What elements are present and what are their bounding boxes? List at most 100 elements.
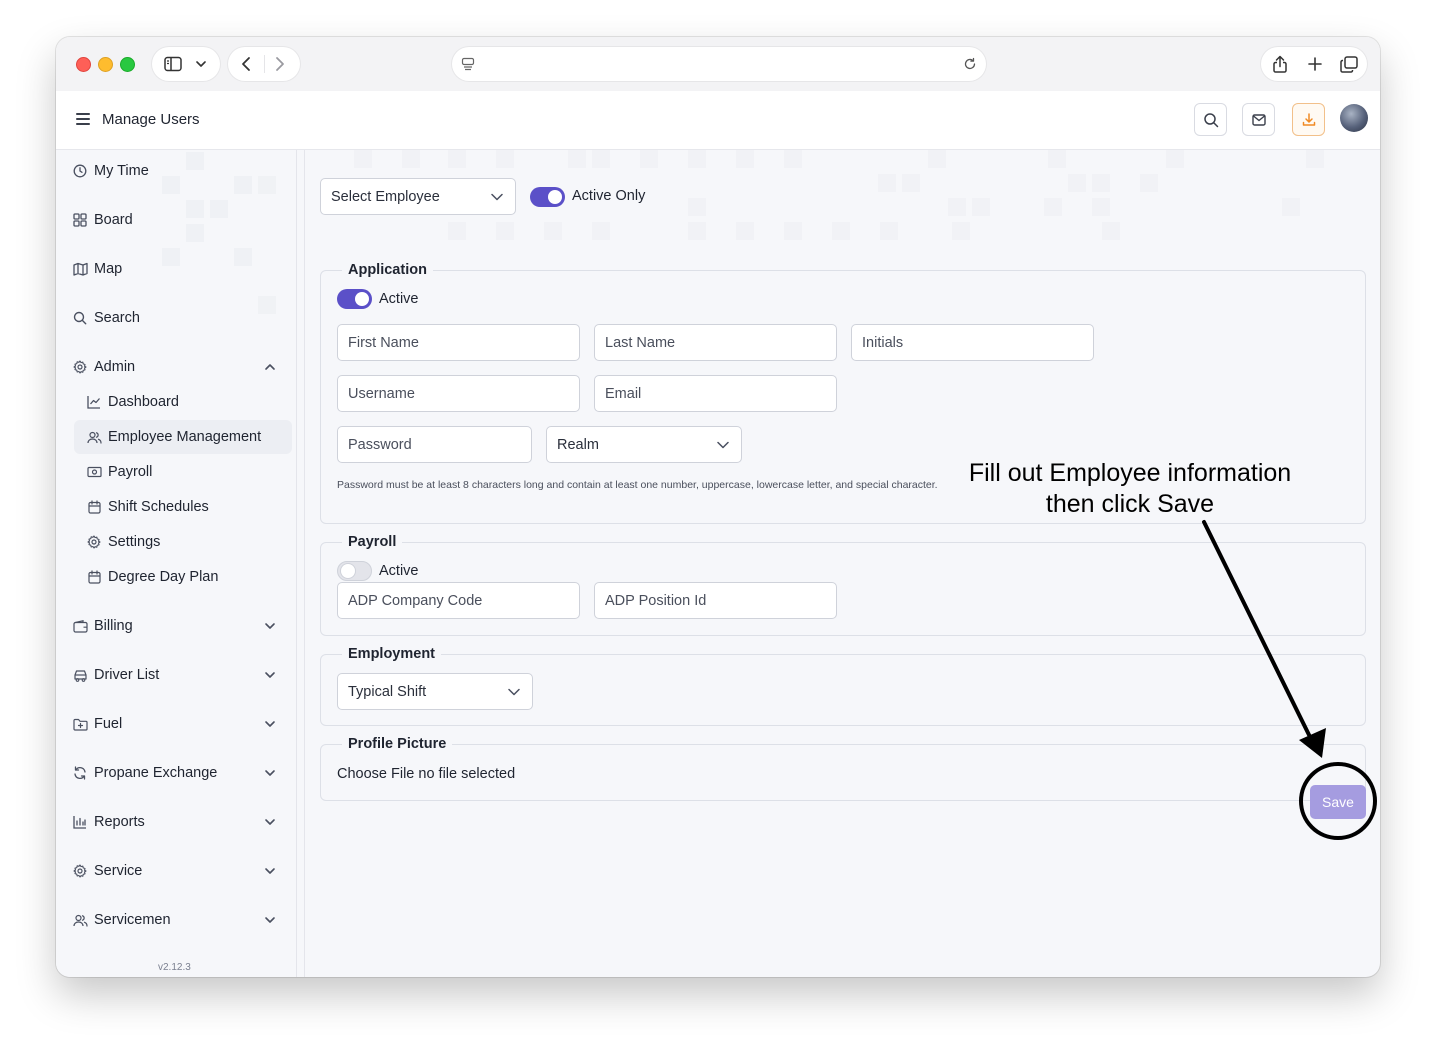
sidebar-item-reports[interactable]: Reports — [72, 811, 145, 833]
sidebar-subitem-label: Degree Day Plan — [108, 569, 219, 585]
chevron-down-icon[interactable] — [264, 914, 276, 926]
sidebar-item-servicemen[interactable]: Servicemen — [72, 909, 171, 931]
map-icon — [72, 261, 88, 277]
chevron-down-icon[interactable] — [264, 718, 276, 730]
mail-icon — [1252, 114, 1266, 126]
adp-position-id-placeholder: ADP Position Id — [605, 592, 707, 609]
sidebar-divider — [304, 150, 305, 977]
chevron-down-icon — [717, 441, 729, 448]
gear-icon — [72, 359, 88, 375]
realm-select[interactable]: Realm — [546, 426, 742, 463]
annotation-line-2: then click Save — [1045, 490, 1215, 518]
chevron-up-icon[interactable] — [264, 361, 276, 373]
typical-shift-select[interactable]: Typical Shift — [337, 673, 533, 710]
password-field[interactable]: Password — [337, 426, 532, 463]
header-download-button[interactable] — [1292, 103, 1325, 136]
menu-icon[interactable] — [76, 113, 90, 125]
last-name-field[interactable]: Last Name — [594, 324, 837, 361]
sidebar-subitem-degree-day-plan[interactable]: Degree Day Plan — [86, 566, 218, 588]
sidebar: My Time Board Map Search Admin Dashboard… — [56, 150, 298, 977]
realm-select-value: Realm — [557, 436, 599, 453]
chevron-down-icon[interactable] — [264, 620, 276, 632]
typical-shift-value: Typical Shift — [348, 683, 427, 700]
sidebar-item-admin[interactable]: Admin — [72, 356, 135, 378]
sidebar-toggle-button[interactable] — [152, 47, 220, 81]
sidebar-item-propane-exchange[interactable]: Propane Exchange — [72, 762, 217, 784]
tabs-overview-icon[interactable] — [1340, 56, 1358, 73]
username-field[interactable]: Username — [337, 375, 580, 412]
sidebar-item-board[interactable]: Board — [72, 209, 133, 231]
sidebar-item-label: Fuel — [94, 716, 123, 732]
chevron-down-icon — [196, 61, 206, 67]
zoom-window-button[interactable] — [120, 57, 135, 72]
main-content: Select Employee Active Only Application … — [306, 150, 1380, 977]
users-icon — [86, 429, 102, 445]
password-placeholder: Password — [348, 436, 412, 453]
download-icon — [1302, 113, 1316, 126]
save-button[interactable]: Save — [1310, 785, 1366, 819]
initials-field[interactable]: Initials — [851, 324, 1094, 361]
new-tab-icon[interactable] — [1308, 57, 1322, 71]
sidebar-subitem-settings[interactable]: Settings — [86, 531, 160, 553]
sidebar-item-my-time[interactable]: My Time — [72, 160, 149, 182]
gear-icon — [86, 534, 102, 550]
sidebar-item-search[interactable]: Search — [72, 307, 140, 329]
reload-icon[interactable] — [963, 57, 977, 71]
first-name-field[interactable]: First Name — [337, 324, 580, 361]
close-window-button[interactable] — [76, 57, 91, 72]
sidebar-subitem-employee-management[interactable]: Employee Management — [74, 420, 292, 454]
email-field[interactable]: Email — [594, 375, 837, 412]
folder-plus-icon — [72, 716, 88, 732]
wallet-icon — [72, 618, 88, 634]
sidebar-item-driver-list[interactable]: Driver List — [72, 664, 159, 686]
sidebar-subitem-payroll[interactable]: Payroll — [86, 461, 152, 483]
sidebar-item-service[interactable]: Service — [72, 860, 142, 882]
chevron-down-icon[interactable] — [264, 816, 276, 828]
sidebar-item-label: Service — [94, 863, 143, 879]
money-icon — [86, 464, 102, 480]
sidebar-subitem-label: Employee Management — [108, 429, 262, 445]
share-icon[interactable] — [1272, 55, 1288, 73]
browser-actions — [1261, 47, 1367, 81]
adp-company-code-field[interactable]: ADP Company Code — [337, 582, 580, 619]
history-nav — [228, 47, 300, 81]
active-only-toggle[interactable] — [530, 187, 565, 207]
sidebar-item-label: Propane Exchange — [94, 765, 218, 781]
adp-position-id-field[interactable]: ADP Position Id — [594, 582, 837, 619]
payroll-legend: Payroll — [342, 534, 403, 550]
last-name-placeholder: Last Name — [605, 334, 676, 351]
address-bar[interactable] — [452, 47, 986, 81]
sidebar-item-map[interactable]: Map — [72, 258, 122, 280]
header-search-button[interactable] — [1194, 103, 1227, 136]
application-active-toggle[interactable] — [337, 289, 372, 309]
active-only-label: Active Only — [572, 188, 646, 204]
chevron-down-icon — [491, 193, 503, 200]
sidebar-item-fuel[interactable]: Fuel — [72, 713, 122, 735]
email-placeholder: Email — [605, 385, 642, 402]
users-icon — [72, 912, 88, 928]
back-icon[interactable] — [240, 56, 252, 72]
sidebar-item-label: My Time — [94, 163, 149, 179]
sidebar-subitem-label: Payroll — [108, 464, 153, 480]
sidebar-subitem-label: Settings — [108, 534, 161, 550]
chevron-down-icon[interactable] — [264, 865, 276, 877]
minimize-window-button[interactable] — [98, 57, 113, 72]
header-mail-button[interactable] — [1242, 103, 1275, 136]
chevron-down-icon[interactable] — [264, 669, 276, 681]
username-placeholder: Username — [348, 385, 415, 402]
sidebar-item-label: Map — [94, 261, 123, 277]
application-active-label: Active — [379, 291, 419, 307]
file-input[interactable]: Choose File no file selected — [337, 766, 515, 782]
adp-company-code-placeholder: ADP Company Code — [348, 592, 483, 609]
chevron-down-icon[interactable] — [264, 767, 276, 779]
sidebar-subitem-shift-schedules[interactable]: Shift Schedules — [86, 496, 209, 518]
employee-select[interactable]: Select Employee — [320, 178, 516, 215]
sidebar-item-label: Servicemen — [94, 912, 171, 928]
forward-icon[interactable] — [274, 56, 286, 72]
grid-icon — [72, 212, 88, 228]
payroll-active-toggle[interactable] — [337, 561, 372, 581]
sidebar-icon — [164, 56, 182, 72]
sidebar-subitem-dashboard[interactable]: Dashboard — [86, 391, 179, 413]
sidebar-item-billing[interactable]: Billing — [72, 615, 133, 637]
avatar[interactable] — [1340, 104, 1368, 132]
